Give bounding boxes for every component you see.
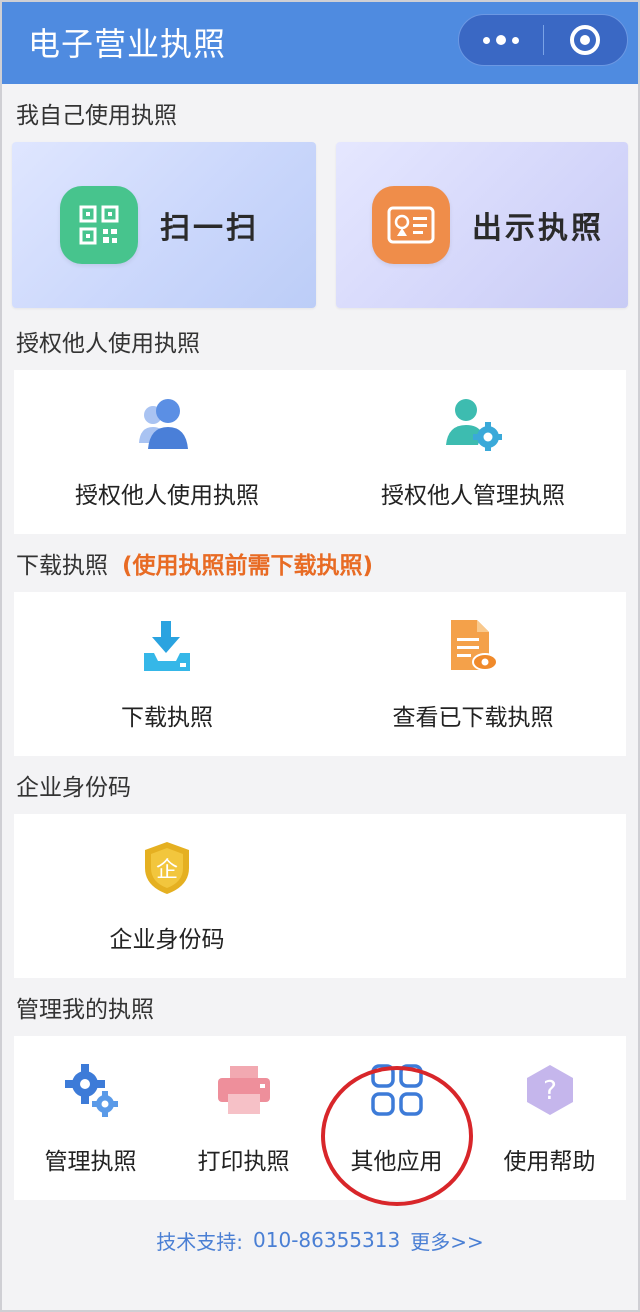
qr-code-icon [60, 186, 138, 264]
user-gear-icon [443, 394, 503, 454]
authorize-card: 授权他人使用执照 授权他人管理执照 [14, 370, 626, 534]
self-use-tiles: 扫一扫 出示执照 [0, 142, 640, 308]
show-license-label: 出示执照 [472, 211, 604, 246]
manage-license-button[interactable]: 管理执照 [14, 1036, 167, 1200]
enterprise-card: 企 企业身份码 [14, 814, 626, 978]
section-title-manage: 管理我的执照 [16, 997, 154, 1023]
close-mini-program-button[interactable] [544, 15, 628, 65]
app-header: 电子营业执照 [0, 0, 640, 84]
section-title-enterprise: 企业身份码 [16, 775, 131, 801]
authorize-use-button[interactable]: 授权他人使用执照 [14, 370, 320, 534]
empty-slot [320, 814, 626, 978]
support-label: 技术支持: [156, 1229, 244, 1254]
more-link[interactable]: 更多>> [410, 1226, 484, 1255]
download-icon [137, 616, 197, 676]
shield-badge-icon: 企 [137, 838, 197, 898]
authorize-manage-button[interactable]: 授权他人管理执照 [320, 370, 626, 534]
authorize-manage-label: 授权他人管理执照 [381, 483, 565, 509]
download-license-button[interactable]: 下载执照 [14, 592, 320, 756]
section-title-self-use: 我自己使用执照 [16, 103, 177, 129]
manage-license-label: 管理执照 [44, 1149, 137, 1175]
enterprise-code-label: 企业身份码 [109, 927, 225, 953]
scan-label: 扫一扫 [160, 211, 259, 246]
print-license-button[interactable]: 打印执照 [167, 1036, 320, 1200]
gears-icon [61, 1060, 121, 1120]
printer-icon [214, 1060, 274, 1120]
support-footer: 技术支持: 010-86355313 更多>> [0, 1200, 640, 1280]
help-icon: ? [520, 1060, 580, 1120]
section-title-authorize: 授权他人使用执照 [16, 331, 200, 357]
view-document-icon [443, 616, 503, 676]
apps-grid-icon [367, 1060, 427, 1120]
view-downloaded-label: 查看已下载执照 [392, 705, 554, 731]
download-card: 下载执照 查看已下载执照 [14, 592, 626, 756]
view-downloaded-button[interactable]: 查看已下载执照 [320, 592, 626, 756]
page-title: 电子营业执照 [28, 25, 227, 63]
more-dots-icon [482, 35, 519, 45]
target-close-icon [570, 25, 601, 55]
other-apps-button[interactable]: 其他应用 [320, 1036, 473, 1200]
mini-program-capsule [458, 14, 628, 66]
enterprise-code-button[interactable]: 企 企业身份码 [14, 814, 320, 978]
show-license-tile[interactable]: 出示执照 [336, 142, 628, 308]
help-label: 使用帮助 [503, 1149, 596, 1175]
other-apps-label: 其他应用 [350, 1149, 443, 1175]
download-note: (使用执照前需下载执照) [122, 553, 374, 579]
users-icon [137, 394, 197, 454]
section-title-download: 下载执照 (使用执照前需下载执照) [0, 534, 640, 592]
license-card-icon [372, 186, 450, 264]
svg-text:企: 企 [156, 858, 178, 883]
download-license-label: 下载执照 [121, 705, 213, 731]
print-license-label: 打印执照 [197, 1149, 290, 1175]
more-menu-button[interactable] [459, 15, 543, 65]
svg-text:?: ? [543, 1076, 557, 1106]
scan-tile[interactable]: 扫一扫 [12, 142, 316, 308]
help-button[interactable]: ? 使用帮助 [473, 1036, 626, 1200]
support-phone-link[interactable]: 010-86355313 [253, 1228, 400, 1252]
authorize-use-label: 授权他人使用执照 [75, 483, 259, 509]
manage-card: 管理执照 打印执照 其他应用 ? 使用帮助 [14, 1036, 626, 1200]
